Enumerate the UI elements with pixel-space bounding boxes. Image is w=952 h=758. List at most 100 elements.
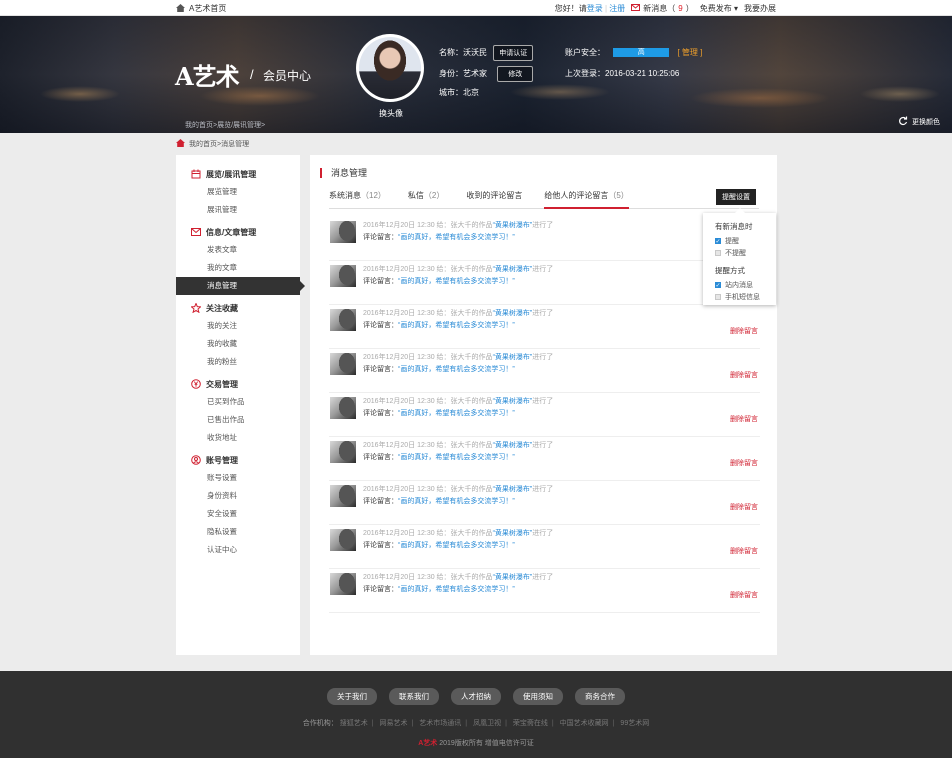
- sidebar-heading[interactable]: 账号管理: [176, 451, 300, 469]
- sidebar-item-sold[interactable]: 已售出作品: [176, 411, 300, 429]
- sidebar-item-account-settings[interactable]: 账号设置: [176, 469, 300, 487]
- checkbox-icon[interactable]: [715, 294, 721, 300]
- artwork-link[interactable]: “黄果树瀑布”: [493, 310, 533, 317]
- sidebar-heading-label: 账号管理: [206, 455, 238, 465]
- home-icon[interactable]: [176, 139, 185, 149]
- avatar-frame[interactable]: [356, 34, 424, 102]
- option-remind[interactable]: ✓ 提醒: [715, 235, 776, 247]
- delete-comment-link[interactable]: 删除留言: [730, 502, 758, 512]
- swap-color-button[interactable]: 更换颜色: [898, 116, 940, 128]
- sidebar-heading[interactable]: 关注收藏: [176, 299, 300, 317]
- delete-comment-link[interactable]: 删除留言: [730, 414, 758, 424]
- artwork-thumbnail[interactable]: [330, 221, 356, 243]
- ticket-link[interactable]: 我要办展: [744, 3, 776, 14]
- checkbox-checked-icon[interactable]: ✓: [715, 282, 721, 289]
- name-row: 名称：沃沃民 申请认证: [439, 45, 534, 61]
- publish-dropdown[interactable]: 免费发布 ▾: [700, 3, 738, 14]
- option-no-remind[interactable]: 不提醒: [715, 247, 776, 259]
- artwork-link[interactable]: “黄果树瀑布”: [493, 354, 533, 361]
- sidebar-item-identity[interactable]: 身份资料: [176, 487, 300, 505]
- greeting-text: 您好！请: [554, 4, 587, 13]
- tab-system[interactable]: 系统消息（12）: [329, 191, 386, 209]
- checkbox-checked-icon[interactable]: ✓: [715, 238, 721, 245]
- artwork-thumbnail[interactable]: [330, 309, 356, 331]
- sidebar-item-post-article[interactable]: 发表文章: [176, 241, 300, 259]
- tab-received-comments[interactable]: 收到的评论留言: [466, 191, 522, 209]
- copyright: A艺术 2019版权所有 增值电信许可证: [0, 738, 952, 748]
- remind-settings-button[interactable]: 提醒设置: [716, 189, 756, 205]
- login-link[interactable]: 登录: [587, 4, 603, 13]
- sidebar-item-bought[interactable]: 已买到作品: [176, 393, 300, 411]
- change-avatar-link[interactable]: 换头像: [379, 108, 403, 119]
- checkbox-icon[interactable]: [715, 250, 721, 256]
- message-row: 2016年12月20日 12:30 给：张大千的作品“黄果树瀑布”进行了 评论留言…: [329, 569, 760, 613]
- banner: A艺术 / 会员中心 我的首页>展览/展讯管理> 换头像 名称：沃沃民 申请认证…: [0, 16, 952, 133]
- artwork-thumbnail[interactable]: [330, 397, 356, 419]
- sidebar-heading[interactable]: 展览/展讯管理: [176, 165, 300, 183]
- artwork-thumbnail[interactable]: [330, 441, 356, 463]
- message-row: 2016年12月20日 12:30 给：张大千的作品“黄果树瀑布”进行了 评论留言…: [329, 525, 760, 569]
- delete-comment-link[interactable]: 删除留言: [730, 326, 758, 336]
- message-meta-suffix: 进行了: [532, 222, 554, 229]
- delete-comment-link[interactable]: 删除留言: [730, 590, 758, 600]
- artwork-link[interactable]: “黄果树瀑布”: [493, 222, 533, 229]
- delete-comment-link[interactable]: 删除留言: [730, 458, 758, 468]
- sidebar-item-messages[interactable]: 消息管理: [176, 277, 305, 295]
- footer-business-button[interactable]: 商务合作: [575, 688, 625, 705]
- partner-link[interactable]: 网易艺术: [380, 720, 408, 727]
- sidebar-item-security[interactable]: 安全设置: [176, 505, 300, 523]
- sidebar-heading[interactable]: 交易管理: [176, 375, 300, 393]
- sidebar-item-my-favorites[interactable]: 我的收藏: [176, 335, 300, 353]
- artwork-thumbnail[interactable]: [330, 353, 356, 375]
- artwork-thumbnail[interactable]: [330, 265, 356, 287]
- artwork-link[interactable]: “黄果树瀑布”: [493, 574, 533, 581]
- artwork-thumbnail[interactable]: [330, 529, 356, 551]
- sidebar-item-news-manage[interactable]: 展讯管理: [176, 201, 300, 219]
- footer-about-button[interactable]: 关于我们: [327, 688, 377, 705]
- message-comment: 评论留言：“画的真好，希望有机会多交流学习！”: [363, 276, 515, 286]
- partner-link[interactable]: 荣宝斋在线: [513, 720, 548, 727]
- footer-jobs-button[interactable]: 人才招纳: [451, 688, 501, 705]
- delete-comment-link[interactable]: 删除留言: [730, 546, 758, 556]
- footer-terms-button[interactable]: 使用须知: [513, 688, 563, 705]
- delete-comment-link[interactable]: 删除留言: [730, 370, 758, 380]
- sidebar-item-exhibition-manage[interactable]: 展览管理: [176, 183, 300, 201]
- apply-cert-button[interactable]: 申请认证: [493, 45, 534, 61]
- comment-text: “画的真好，希望有机会多交流学习！”: [398, 322, 515, 329]
- breadcrumb-text[interactable]: 我的首页>消息管理: [189, 139, 249, 149]
- option-sms[interactable]: 手机短信息: [715, 291, 776, 303]
- option-site-msg[interactable]: ✓ 站内消息: [715, 279, 776, 291]
- modify-button[interactable]: 修改: [497, 66, 534, 82]
- tab-given-comments[interactable]: 给他人的评论留言（5）: [544, 191, 629, 209]
- home-link[interactable]: A艺术首页: [176, 3, 226, 14]
- artwork-link[interactable]: “黄果树瀑布”: [493, 486, 533, 493]
- partner-link[interactable]: 凤凰卫视: [473, 720, 501, 727]
- tab-private[interactable]: 私信（2）: [408, 191, 444, 209]
- footer-contact-button[interactable]: 联系我们: [389, 688, 439, 705]
- partner-link[interactable]: 99艺术网: [620, 720, 649, 727]
- partner-link[interactable]: 搜狐艺术: [340, 720, 368, 727]
- register-link[interactable]: 注册: [609, 4, 625, 13]
- mail-icon: [631, 4, 641, 13]
- partner-link[interactable]: 艺术市场通讯: [419, 720, 461, 727]
- site-logo[interactable]: A艺术: [175, 57, 240, 92]
- partner-link[interactable]: 中国艺术收藏网: [560, 720, 609, 727]
- artwork-link[interactable]: “黄果树瀑布”: [493, 398, 533, 405]
- artwork-link[interactable]: “黄果树瀑布”: [493, 530, 533, 537]
- artwork-link[interactable]: “黄果树瀑布”: [493, 266, 533, 273]
- sidebar-item-cert-center[interactable]: 认证中心: [176, 541, 300, 559]
- calendar-icon: [191, 169, 201, 179]
- sidebar-item-privacy[interactable]: 隐私设置: [176, 523, 300, 541]
- sidebar-item-my-fans[interactable]: 我的粉丝: [176, 353, 300, 371]
- artwork-link[interactable]: “黄果树瀑布”: [493, 442, 533, 449]
- security-manage-link[interactable]: [ 管理 ]: [677, 48, 702, 57]
- message-meta-prefix: 2016年12月20日 12:30 给：张大千的作品: [363, 222, 493, 229]
- sidebar-heading[interactable]: 信息/文章管理: [176, 223, 300, 241]
- sidebar-item-address[interactable]: 收货地址: [176, 429, 300, 447]
- sidebar-item-my-articles[interactable]: 我的文章: [176, 259, 300, 277]
- sidebar-item-my-follows[interactable]: 我的关注: [176, 317, 300, 335]
- option-label: 站内消息: [725, 282, 753, 289]
- artwork-thumbnail[interactable]: [330, 573, 356, 595]
- new-messages-link[interactable]: 新消息（ 9）: [631, 3, 694, 14]
- artwork-thumbnail[interactable]: [330, 485, 356, 507]
